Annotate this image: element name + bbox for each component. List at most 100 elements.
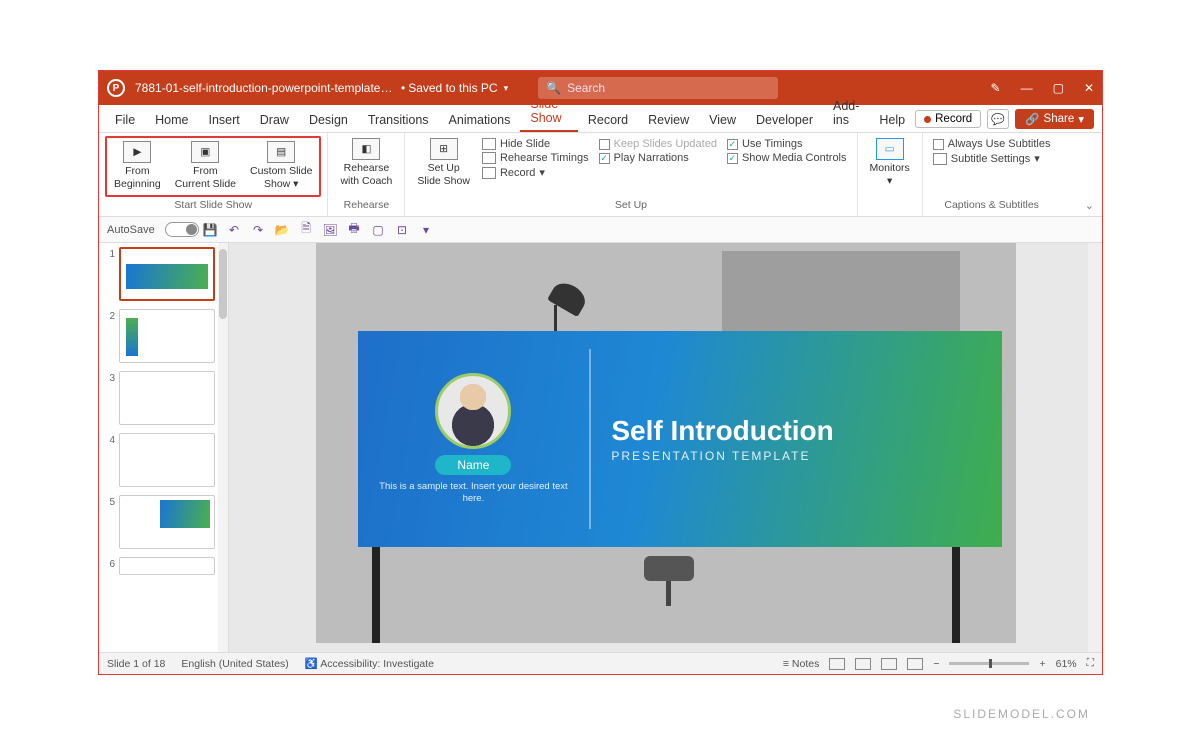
- coach-icon: ◧: [352, 138, 380, 160]
- thumbnail-2[interactable]: 2: [105, 309, 226, 363]
- notes-button[interactable]: ≡ Notes: [783, 658, 819, 670]
- sample-text: This is a sample text. Insert your desir…: [368, 481, 580, 506]
- monitor-icon: ▭: [876, 138, 904, 160]
- window-icon[interactable]: ⊡: [395, 223, 410, 237]
- zoom-level[interactable]: 61%: [1056, 658, 1077, 670]
- rehearse-with-coach-button[interactable]: ◧Rehearse with Coach: [334, 136, 398, 189]
- group-label: [864, 197, 916, 213]
- document-title[interactable]: 7881-01-self-introduction-powerpoint-tem…: [135, 81, 395, 95]
- from-current-slide-button[interactable]: ▣From Current Slide: [169, 139, 242, 192]
- slideshow-view-button[interactable]: [907, 658, 923, 670]
- from-beginning-button[interactable]: ▶From Beginning: [108, 139, 167, 192]
- monitors-button[interactable]: ▭Monitors▾: [864, 136, 916, 189]
- chevron-down-icon: ▾: [504, 83, 509, 94]
- slide-canvas[interactable]: Name This is a sample text. Insert your …: [229, 243, 1102, 652]
- tab-view[interactable]: View: [699, 108, 746, 132]
- group-label: Rehearse: [334, 197, 398, 213]
- thumbnail-6[interactable]: 6: [105, 557, 226, 575]
- tab-help[interactable]: Help: [869, 108, 915, 132]
- close-button[interactable]: ✕: [1084, 81, 1094, 95]
- new-icon[interactable]: 🗎: [299, 223, 314, 237]
- custom-show-icon: ▤: [267, 141, 295, 163]
- thumbnail-5[interactable]: 5: [105, 495, 226, 549]
- tab-draw[interactable]: Draw: [250, 108, 299, 132]
- tab-review[interactable]: Review: [638, 108, 699, 132]
- subtitle-settings-dropdown[interactable]: Subtitle Settings ▾: [933, 152, 1051, 165]
- redo-icon[interactable]: ↷: [251, 223, 266, 237]
- zoom-slider[interactable]: [949, 662, 1029, 665]
- slide-count[interactable]: Slide 1 of 18: [107, 658, 165, 670]
- custom-slide-show-button[interactable]: ▤Custom Slide Show ▾: [244, 139, 318, 192]
- rehearse-timings-button[interactable]: Rehearse Timings: [482, 152, 589, 164]
- play-narrations-checkbox[interactable]: ✓Play Narrations: [599, 152, 717, 164]
- work-area: 1 2 3 4 5 6 Name This is a: [99, 243, 1102, 652]
- autosave-toggle[interactable]: [165, 222, 199, 237]
- thumbnail-4[interactable]: 4: [105, 433, 226, 487]
- undo-icon[interactable]: ↶: [227, 223, 242, 237]
- accessibility-status[interactable]: ♿ Accessibility: Investigate: [305, 657, 434, 670]
- tab-addins[interactable]: Add-ins: [823, 94, 869, 132]
- record-dropdown[interactable]: Record ▾: [482, 166, 589, 179]
- thumbnail-1[interactable]: 1: [105, 247, 226, 301]
- folder-icon[interactable]: 📂: [275, 223, 290, 237]
- play-from-current-icon: ▣: [191, 141, 219, 163]
- record-button[interactable]: Record: [915, 110, 981, 128]
- language-status[interactable]: English (United States): [181, 658, 288, 670]
- set-up-slide-show-button[interactable]: ⊞Set Up Slide Show: [411, 136, 476, 189]
- tab-slide-show[interactable]: Slide Show: [520, 92, 577, 132]
- avatar-photo: [435, 373, 511, 449]
- maximize-button[interactable]: ▢: [1053, 81, 1064, 95]
- zoom-out-button[interactable]: −: [933, 658, 939, 670]
- fit-to-window-button[interactable]: ⛶: [1087, 657, 1094, 670]
- picture-icon[interactable]: 🖼: [323, 223, 338, 237]
- tab-transitions[interactable]: Transitions: [358, 108, 439, 132]
- titlebar: P 7881-01-self-introduction-powerpoint-t…: [99, 71, 1102, 105]
- checkbox-checked-icon: ✓: [727, 153, 738, 164]
- quick-access-toolbar: AutoSave Off 💾 ↶ ↷ 📂 🗎 🖼 🖶 ▢ ⊡ ▾: [99, 217, 1102, 243]
- zoom-in-button[interactable]: +: [1039, 658, 1045, 670]
- minimize-button[interactable]: —: [1021, 81, 1033, 95]
- group-label: Start Slide Show: [105, 197, 321, 213]
- tab-record[interactable]: Record: [578, 108, 638, 132]
- record-dot-icon: [924, 116, 931, 123]
- collapse-ribbon-button[interactable]: ⌄: [1085, 199, 1094, 212]
- thumbnail-scrollbar[interactable]: [218, 243, 228, 652]
- use-timings-checkbox[interactable]: ✓Use Timings: [727, 138, 847, 150]
- keep-slides-updated-checkbox[interactable]: Keep Slides Updated: [599, 138, 717, 150]
- slide-title: Self Introduction: [611, 415, 1001, 447]
- always-use-subtitles-checkbox[interactable]: Always Use Subtitles: [933, 138, 1051, 150]
- tab-animations[interactable]: Animations: [439, 108, 521, 132]
- ribbon: ▶From Beginning ▣From Current Slide ▤Cus…: [99, 133, 1102, 217]
- save-icon[interactable]: 💾: [203, 223, 218, 237]
- reading-view-button[interactable]: [881, 658, 897, 670]
- group-label: Set Up: [411, 197, 850, 213]
- setup-icon: ⊞: [430, 138, 458, 160]
- qat-dropdown-icon[interactable]: ▾: [419, 223, 434, 237]
- tab-design[interactable]: Design: [299, 108, 358, 132]
- slide-thumbnails-panel: 1 2 3 4 5 6: [99, 243, 229, 652]
- slide-1: Name This is a sample text. Insert your …: [316, 243, 1016, 643]
- tab-home[interactable]: Home: [145, 108, 198, 132]
- pen-icon[interactable]: ✎: [991, 81, 1001, 95]
- show-media-controls-checkbox[interactable]: ✓Show Media Controls: [727, 152, 847, 164]
- hide-slide-icon: [482, 138, 496, 150]
- print-icon[interactable]: 🖶: [347, 223, 362, 237]
- autosave-label: AutoSave: [107, 224, 155, 236]
- start-slide-show-group-highlight: ▶From Beginning ▣From Current Slide ▤Cus…: [105, 136, 321, 197]
- tab-insert[interactable]: Insert: [199, 108, 250, 132]
- hide-slide-button[interactable]: Hide Slide: [482, 138, 589, 150]
- name-badge: Name: [435, 455, 511, 475]
- canvas-scrollbar[interactable]: [1088, 243, 1102, 652]
- thumbnail-3[interactable]: 3: [105, 371, 226, 425]
- comments-button[interactable]: 💬: [987, 109, 1009, 129]
- sorter-view-button[interactable]: [855, 658, 871, 670]
- save-status[interactable]: • Saved to this PC▾: [401, 81, 508, 95]
- share-button[interactable]: 🔗 Share ▾: [1015, 109, 1094, 129]
- tab-developer[interactable]: Developer: [746, 108, 823, 132]
- tab-file[interactable]: File: [105, 108, 145, 132]
- normal-view-button[interactable]: [829, 658, 845, 670]
- title-band: Name This is a sample text. Insert your …: [358, 331, 1002, 547]
- screen-icon[interactable]: ▢: [371, 223, 386, 237]
- checkbox-icon: [933, 139, 944, 150]
- checkbox-checked-icon: ✓: [727, 139, 738, 150]
